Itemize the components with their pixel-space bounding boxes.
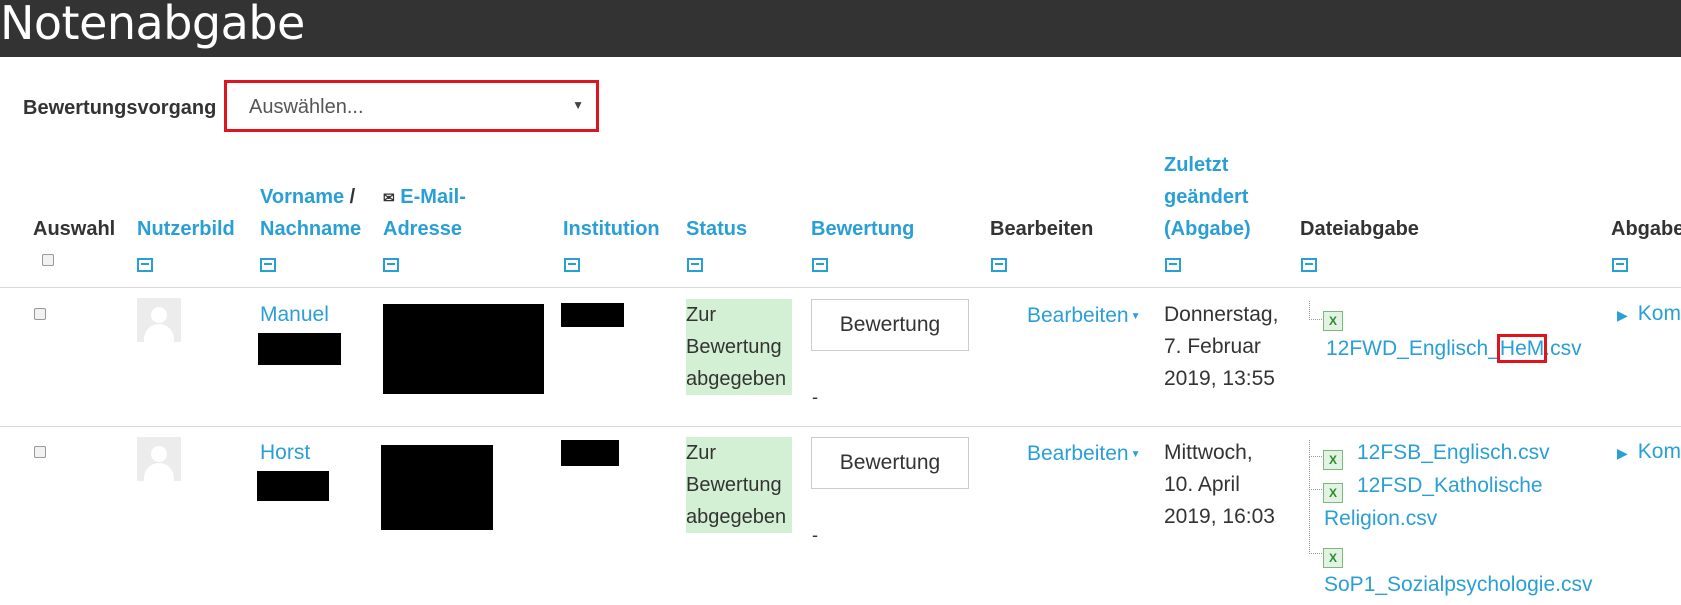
- status-line: abgegeben: [686, 368, 787, 390]
- collapse-column-icon[interactable]: [1165, 258, 1181, 272]
- sort-email-link[interactable]: ✉ E-Mail-: [383, 181, 466, 214]
- redacted-lastname: [257, 471, 329, 501]
- chevron-down-icon: ▼: [572, 98, 584, 112]
- spreadsheet-file-icon: X: [1323, 450, 1343, 470]
- grade-value: -: [812, 387, 818, 407]
- redacted-email: [381, 445, 493, 530]
- status-line: Bewertung: [686, 336, 782, 358]
- comments-label: Kom: [1637, 302, 1681, 325]
- filter-label: Bewertungsvorgang: [23, 97, 217, 119]
- row-divider: [0, 426, 1681, 427]
- file-name-part: 12FWD_Englisch_: [1326, 337, 1500, 360]
- collapse-column-icon[interactable]: [383, 258, 399, 272]
- sort-zuletzt-link-2[interactable]: geändert: [1164, 181, 1248, 213]
- modified-date: Donnerstag, 7. Februar 2019, 13:55: [1164, 299, 1278, 395]
- tree-connector: [1309, 489, 1324, 554]
- redacted-lastname: [258, 333, 341, 365]
- header-name-group: Vorname /: [260, 181, 355, 213]
- file-link[interactable]: 12FWD_Englisch_HeM.csv: [1326, 333, 1582, 365]
- status-badge: Zur Bewertung abgegeben: [686, 437, 792, 533]
- comments-label: Kom: [1637, 440, 1681, 463]
- page-header: Notenabgabe: [0, 0, 1681, 57]
- comments-toggle[interactable]: ▶ Kom: [1617, 440, 1681, 464]
- header-dateiabgabe: Dateiabgabe: [1300, 218, 1419, 240]
- edit-menu-button[interactable]: Bearbeiten ▼: [1027, 304, 1140, 328]
- grade-button[interactable]: Bewertung: [811, 437, 969, 489]
- date-line: 10. April: [1164, 473, 1240, 496]
- grade-button[interactable]: Bewertung: [811, 299, 969, 351]
- collapse-column-icon[interactable]: [1612, 258, 1628, 272]
- file-name-part: .csv: [1544, 337, 1582, 360]
- collapse-column-icon[interactable]: [687, 258, 703, 272]
- user-name-link[interactable]: Manuel: [260, 299, 329, 331]
- spreadsheet-file-icon: X: [1323, 548, 1343, 568]
- status-badge: Zur Bewertung abgegeben: [686, 299, 792, 395]
- edit-menu-button[interactable]: Bearbeiten ▼: [1027, 442, 1140, 466]
- file-link[interactable]: 12FSB_Englisch.csv: [1357, 437, 1550, 469]
- status-line: Bewertung: [686, 474, 782, 496]
- collapse-column-icon[interactable]: [137, 258, 153, 272]
- modified-date: Mittwoch, 10. April 2019, 16:03: [1164, 437, 1275, 533]
- spreadsheet-file-icon: X: [1323, 483, 1343, 503]
- status-line: Zur: [686, 304, 716, 326]
- status-line: Zur: [686, 442, 716, 464]
- caret-down-icon: ▼: [1130, 448, 1141, 460]
- expand-arrow-icon: ▶: [1617, 445, 1628, 461]
- collapse-column-icon[interactable]: [991, 258, 1007, 272]
- sort-vorname-link[interactable]: Vorname: [260, 186, 344, 208]
- spreadsheet-file-icon: X: [1323, 311, 1343, 331]
- edit-label: Bearbeiten: [1027, 442, 1129, 465]
- collapse-column-icon[interactable]: [1301, 258, 1317, 272]
- select-value: Auswählen...: [249, 96, 364, 118]
- file-name-highlight: HeM: [1496, 334, 1548, 363]
- mail-icon: ✉: [383, 189, 395, 206]
- redacted-institution: [561, 303, 624, 327]
- comments-toggle[interactable]: ▶ Kom: [1617, 302, 1681, 326]
- header-divider: [0, 287, 1681, 288]
- sort-bewertung-link[interactable]: Bewertung: [811, 213, 914, 245]
- user-name-link[interactable]: Horst: [260, 437, 310, 469]
- header-nutzerbild[interactable]: Nutzerbild: [137, 213, 235, 245]
- edit-label: Bearbeiten: [1027, 304, 1129, 327]
- collapse-column-icon[interactable]: [812, 258, 828, 272]
- tree-connector: [1309, 440, 1324, 457]
- expand-arrow-icon: ▶: [1617, 307, 1628, 323]
- header-abgabe: Abgabe: [1611, 218, 1681, 240]
- date-line: Mittwoch,: [1164, 441, 1253, 464]
- grading-workflow-select[interactable]: Auswählen... ▼: [224, 80, 599, 132]
- email-header-text: E-Mail-: [400, 186, 466, 208]
- page-title: Notenabgabe: [0, 0, 305, 50]
- row-select-checkbox[interactable]: [34, 446, 46, 458]
- file-link-continued[interactable]: Religion.csv: [1324, 503, 1437, 535]
- sort-zuletzt-link[interactable]: Zuletzt: [1164, 149, 1228, 181]
- avatar: [137, 298, 181, 342]
- tree-connector: [1309, 301, 1324, 320]
- header-slash: /: [349, 186, 356, 208]
- header-bearbeiten: Bearbeiten: [990, 218, 1094, 240]
- sort-zuletzt-link-3[interactable]: (Abgabe): [1164, 213, 1251, 245]
- redacted-email: [383, 304, 544, 394]
- date-line: 7. Februar: [1164, 335, 1261, 358]
- select-all-checkbox[interactable]: [42, 254, 54, 266]
- status-line: abgegeben: [686, 506, 787, 528]
- row-select-checkbox[interactable]: [34, 308, 46, 320]
- redacted-institution: [561, 440, 619, 466]
- email-header-text-2[interactable]: Adresse: [383, 213, 462, 245]
- file-link[interactable]: SoP1_Sozialpsychologie.csv: [1324, 569, 1593, 601]
- header-auswahl: Auswahl: [33, 218, 116, 240]
- tree-connector: [1309, 456, 1324, 490]
- sort-institution-link[interactable]: Institution: [563, 213, 660, 245]
- date-line: Donnerstag,: [1164, 303, 1279, 326]
- sort-nachname-link[interactable]: Nachname: [260, 213, 361, 245]
- avatar: [137, 437, 181, 481]
- grade-value: -: [812, 525, 818, 545]
- sort-status-link[interactable]: Status: [686, 213, 747, 245]
- caret-down-icon: ▼: [1130, 310, 1141, 322]
- file-link[interactable]: 12FSD_Katholische: [1357, 470, 1543, 502]
- collapse-column-icon[interactable]: [260, 258, 276, 272]
- date-line: 2019, 16:03: [1164, 505, 1275, 528]
- date-line: 2019, 13:55: [1164, 367, 1275, 390]
- collapse-column-icon[interactable]: [564, 258, 580, 272]
